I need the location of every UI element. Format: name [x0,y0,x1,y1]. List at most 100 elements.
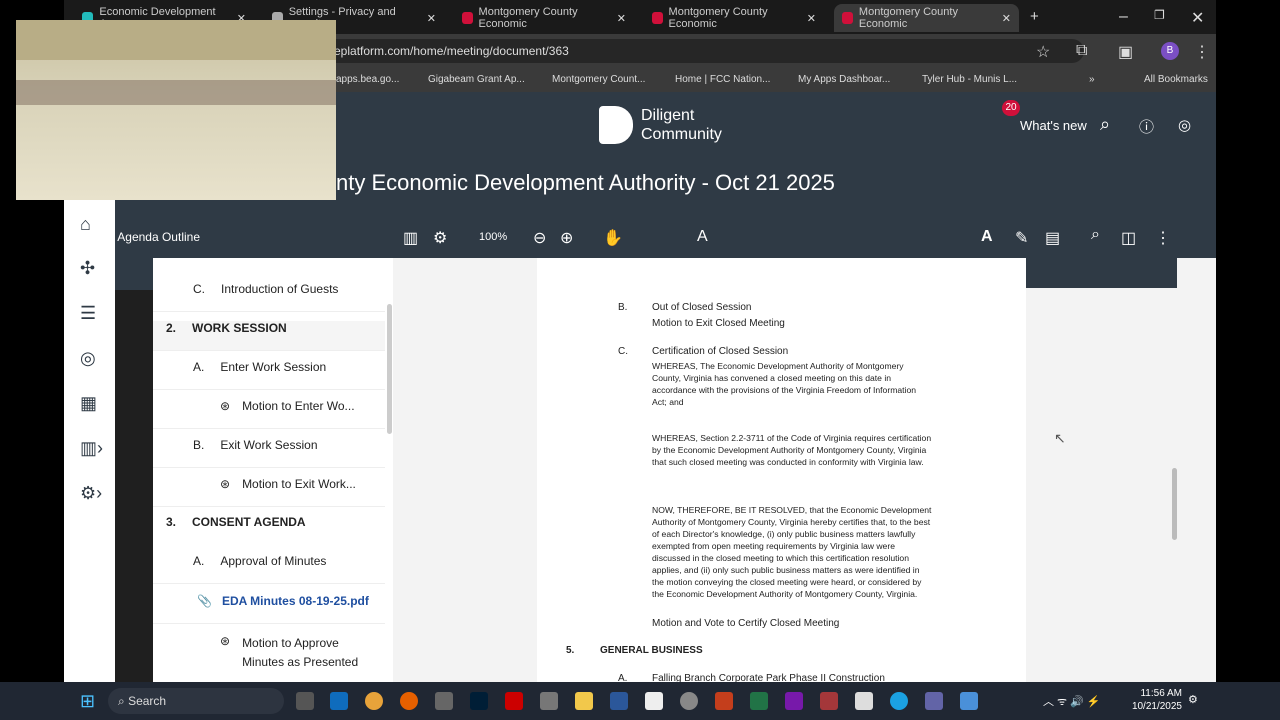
help-icon[interactable]: ⓘ [1139,116,1154,137]
home-icon[interactable]: ⌂ [80,214,91,235]
item-label: Enter Work Session [220,360,327,374]
user-icon[interactable]: ◎ [1178,116,1191,134]
search-icon[interactable]: ⌕ [1100,114,1110,135]
outline-item[interactable]: A. Approval of Minutes [153,554,385,584]
outline-item[interactable]: B. Exit Work Session [153,438,385,468]
news-icon[interactable]: ▦ [80,393,97,414]
notification-icon[interactable]: ⚙ [1188,693,1198,706]
access-icon[interactable] [820,692,838,710]
hand-tool-icon[interactable]: ✋ [603,228,623,248]
target-icon[interactable]: ◎ [80,348,96,369]
text-tool-icon[interactable]: A [697,228,708,246]
bookmark[interactable]: apps.bea.go... [336,74,399,85]
item-num: A. [193,554,205,568]
bookmark[interactable]: My Apps Dashboar... [798,74,890,85]
app-icon[interactable] [435,692,453,710]
close-icon[interactable]: ✕ [807,12,816,25]
zoom-in-icon[interactable]: ⊕ [560,228,573,248]
item-num: B. [193,438,205,452]
extensions-icon[interactable]: ⧉ [1076,42,1087,60]
attachment-link[interactable]: EDA Minutes 08-19-25.pdf [222,594,369,608]
file-icon[interactable] [645,692,663,710]
video-people [16,80,336,105]
outline-section[interactable]: 2. WORK SESSION [153,321,385,351]
more-bookmarks-icon[interactable]: » [1089,74,1095,85]
settings-icon[interactable] [540,692,558,710]
tab[interactable]: Montgomery County Economic ✕ [644,4,824,32]
star-icon[interactable]: ☆ [1036,42,1050,62]
minimize-button[interactable]: – [1119,8,1128,26]
sidebar-toggle-icon[interactable]: ▥ [403,228,418,248]
onenote-icon[interactable] [785,692,803,710]
outline-item[interactable]: A. Enter Work Session [153,360,385,390]
item-label: CONSENT AGENDA [192,515,306,529]
zoom-out-icon[interactable]: ⊖ [533,228,546,248]
motion-icon: ⊛ [220,477,231,491]
highlight-icon[interactable]: ✎ [1015,228,1028,248]
taskbar-search[interactable]: ⌕ Search [108,688,284,714]
all-bookmarks[interactable]: All Bookmarks [1144,74,1208,85]
gear-icon[interactable]: ⚙ [433,228,447,248]
outline-section[interactable]: 3. CONSENT AGENDA [153,515,385,545]
outline-item[interactable]: C. Introduction of Guests [153,282,385,312]
edge-icon[interactable] [890,692,908,710]
page-title: nty Economic Development Authority - Oct… [336,170,835,195]
comment-icon[interactable]: ▤ [1045,228,1060,248]
close-icon[interactable]: ✕ [1002,12,1011,25]
library-icon[interactable]: ▥› [80,438,103,459]
menu-icon[interactable]: ⋮ [1194,42,1210,62]
word-icon[interactable] [610,692,628,710]
tray-icons[interactable]: ︿ ᯤ 🔊 ⚡ [1043,693,1101,709]
whats-new-link[interactable]: What's new [1020,118,1087,133]
calculator-icon[interactable] [855,692,873,710]
tab-active[interactable]: Montgomery County Economic ✕ [834,4,1019,32]
list-icon[interactable]: ☰ [80,303,96,324]
settings-icon[interactable]: ⚙› [80,483,102,504]
app-icon[interactable] [960,692,978,710]
search-icon[interactable]: ⌕ [1091,226,1100,244]
outline-scrollbar[interactable] [387,304,392,434]
close-window-button[interactable]: ✕ [1191,8,1204,28]
outline-motion[interactable]: ⊛ Motion to Approve Minutes as Presented [153,634,385,678]
paragraph: WHEREAS, The Economic Development Author… [652,361,916,407]
font-icon[interactable]: A [981,228,993,246]
bookmark[interactable]: Home | FCC Nation... [675,74,770,85]
tab[interactable]: Montgomery County Economic ✕ [454,4,634,32]
profile-avatar[interactable]: B [1161,42,1179,60]
more-icon[interactable]: ⋮ [1155,228,1171,248]
outline-attachment[interactable]: 📎 EDA Minutes 08-19-25.pdf [153,594,385,624]
bookmark[interactable]: Tyler Hub - Munis L... [922,74,1017,85]
bookmark[interactable]: Montgomery Count... [552,74,645,85]
close-icon[interactable]: ✕ [617,12,626,25]
outline-motion[interactable]: ⊛ Motion to Exit Work... [153,477,385,507]
network-icon[interactable]: ✣ [80,258,95,279]
new-tab-button[interactable]: + [1030,8,1039,25]
cast-icon[interactable]: ▣ [1118,42,1133,62]
item-num: A. [193,360,205,374]
panel-icon[interactable]: ◫ [1121,228,1136,248]
logo-line: Diligent [641,107,695,124]
photoshop-icon[interactable] [470,692,488,710]
document-scrollbar[interactable] [1172,468,1177,540]
item-num: A. [618,673,628,682]
powerpoint-icon[interactable] [715,692,733,710]
bookmark[interactable]: Gigabeam Grant Ap... [428,74,525,85]
file-explorer-icon[interactable] [575,692,593,710]
time: 11:56 AM [1140,688,1182,699]
windows-start-icon[interactable]: ⊞ [80,691,95,712]
outlook-icon[interactable] [330,692,348,710]
restore-button[interactable]: ❐ [1154,8,1165,22]
app-icon[interactable] [680,692,698,710]
excel-icon[interactable] [750,692,768,710]
outline-motion[interactable]: ⊛ Motion to Enter Wo... [153,399,385,429]
paragraph: NOW, THEREFORE, BE IT RESOLVED, that the… [652,505,932,599]
acrobat-icon[interactable] [505,692,523,710]
zoom-select[interactable]: 100% [479,231,507,243]
firefox-icon[interactable] [400,692,418,710]
teams-icon[interactable] [925,692,943,710]
url-input[interactable]: eplatform.com/home/meeting/document/363 [264,39,1084,63]
close-icon[interactable]: ✕ [427,12,436,25]
task-view-icon[interactable] [296,692,314,710]
chrome-icon[interactable] [365,692,383,710]
clock[interactable]: 11:56 AM 10/21/2025 [1130,687,1182,713]
